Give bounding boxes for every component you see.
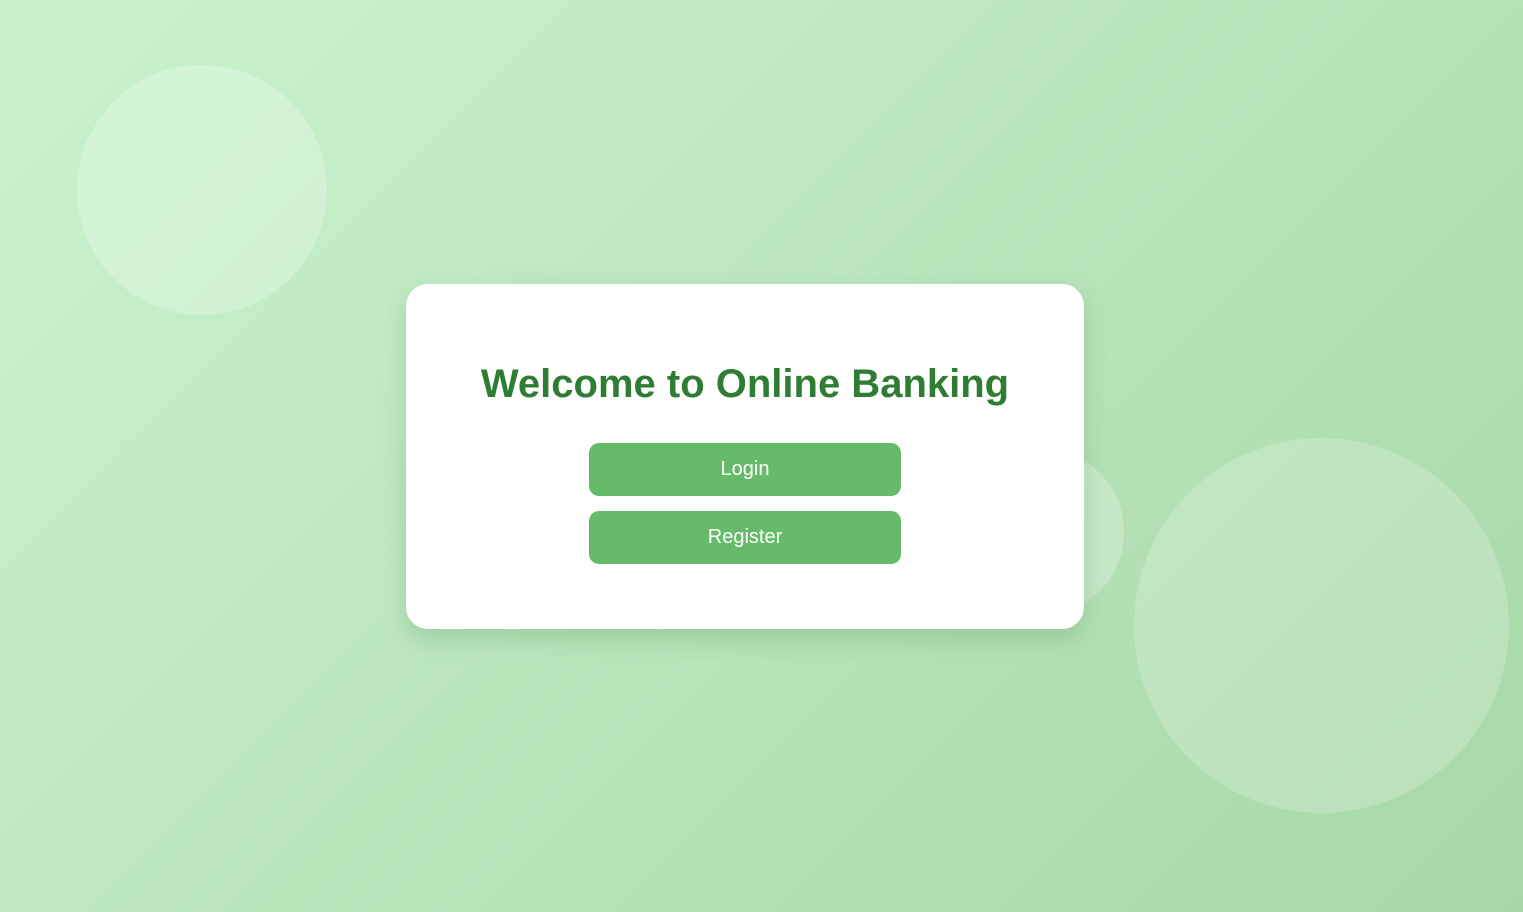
background-bubble <box>77 65 327 315</box>
page-title: Welcome to Online Banking <box>480 362 1010 406</box>
login-button[interactable]: Login <box>589 443 901 496</box>
background-bubble <box>1134 438 1509 813</box>
welcome-card: Welcome to Online Banking Login Register <box>406 284 1084 629</box>
register-button[interactable]: Register <box>589 511 901 564</box>
